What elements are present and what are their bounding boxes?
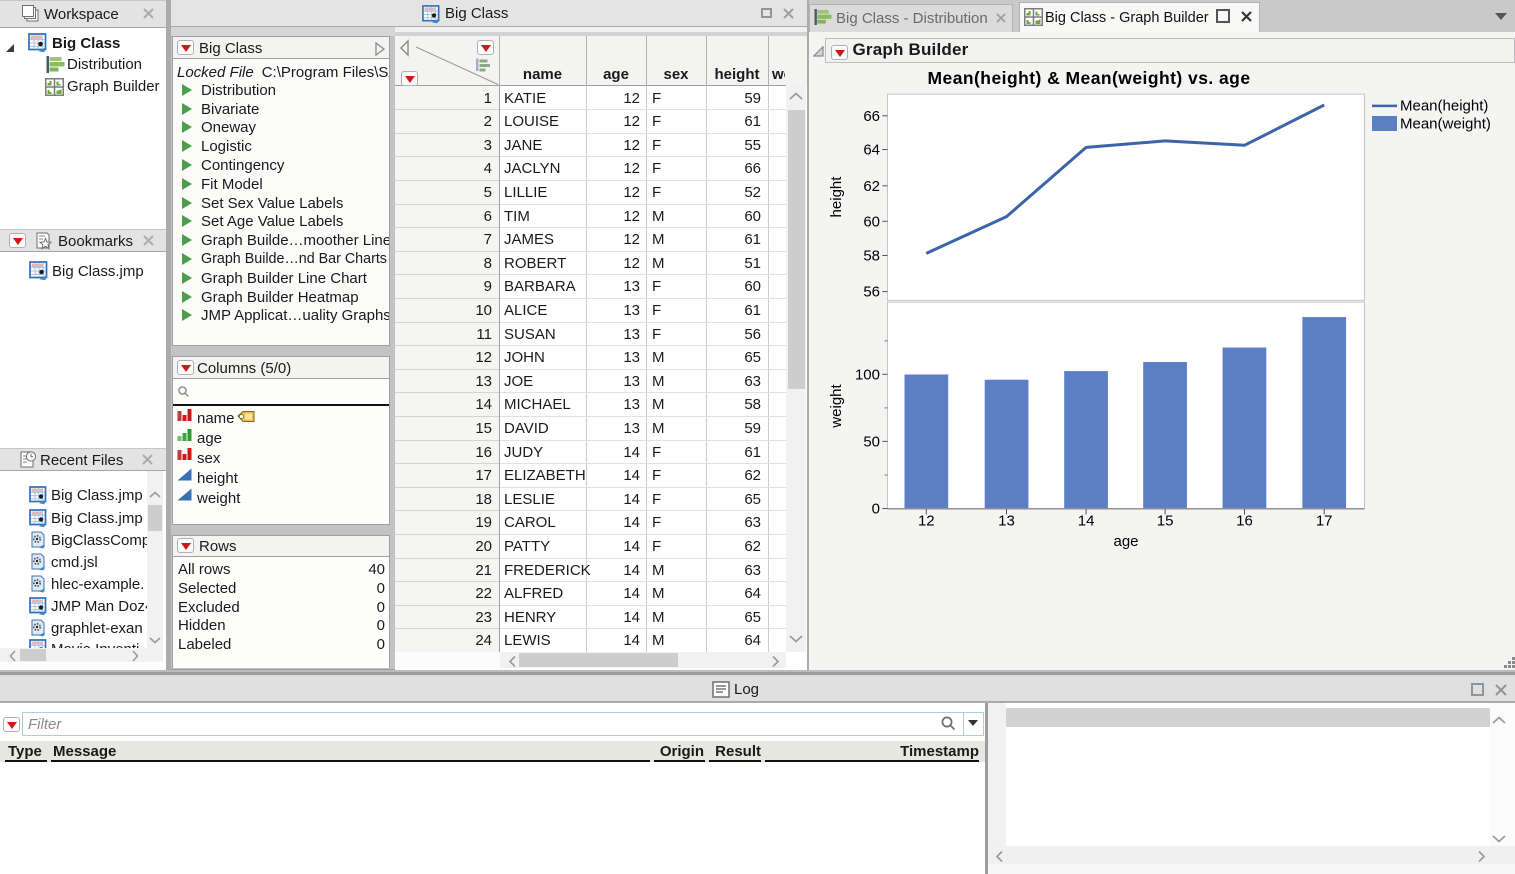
svg-text:Mean(height) & Mean(weight) vs: Mean(height) & Mean(weight) vs. age (928, 68, 1251, 88)
svg-text:14: 14 (1078, 513, 1095, 530)
svg-text:age: age (1113, 533, 1138, 550)
svg-text:12: 12 (918, 513, 935, 530)
svg-text:66: 66 (863, 108, 880, 125)
svg-text:100: 100 (855, 366, 880, 383)
svg-text:64: 64 (863, 142, 880, 159)
svg-text:16: 16 (1236, 513, 1253, 530)
svg-text:60: 60 (863, 213, 880, 230)
svg-text:height: height (828, 176, 845, 218)
svg-text:56: 56 (863, 284, 880, 301)
svg-text:13: 13 (998, 513, 1015, 530)
svg-text:15: 15 (1157, 513, 1174, 530)
svg-text:Mean(height): Mean(height) (1400, 98, 1488, 115)
svg-text:weight: weight (828, 383, 845, 428)
svg-text:58: 58 (863, 248, 880, 265)
svg-text:50: 50 (863, 433, 880, 450)
svg-text:0: 0 (872, 501, 880, 518)
svg-text:Mean(weight): Mean(weight) (1400, 116, 1491, 133)
svg-text:17: 17 (1316, 513, 1333, 530)
svg-text:62: 62 (863, 178, 880, 195)
